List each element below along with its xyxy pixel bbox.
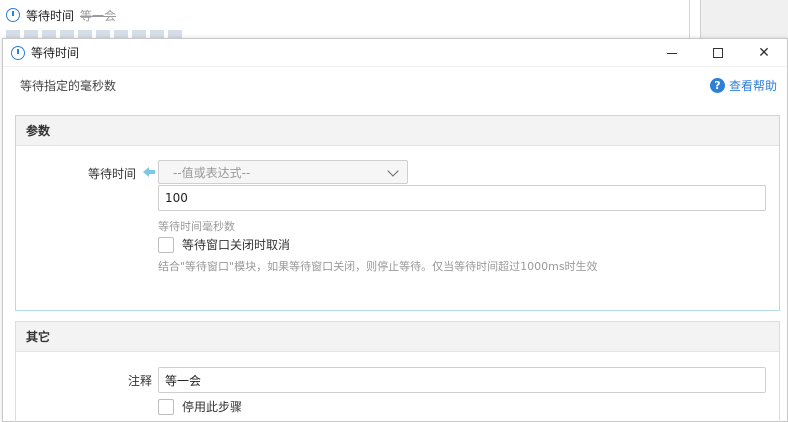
disable-step-label: 停用此步骤 (182, 400, 243, 414)
comment-label: 注释 (127, 374, 152, 388)
cancel-on-close-label: 等待窗口关闭时取消 (182, 238, 291, 252)
window-controls: ✕ (649, 39, 787, 67)
dialog-description: 等待指定的毫秒数 (20, 78, 117, 93)
close-icon: ✕ (758, 45, 770, 61)
dialog-subheader: 等待指定的毫秒数 ? 查看帮助 (3, 67, 787, 103)
arrow-left-icon[interactable] (143, 167, 155, 177)
clock-icon (11, 45, 25, 60)
params-section-title: 参数 (16, 116, 779, 146)
checkbox-box[interactable] (158, 236, 174, 253)
cancel-on-close-checkbox[interactable]: 等待窗口关闭时取消 (158, 236, 290, 253)
maximize-icon (713, 48, 723, 58)
wait-time-input[interactable]: 100 (158, 185, 766, 211)
value-source-select-text: --值或表达式-- (173, 165, 251, 180)
help-icon: ? (709, 77, 725, 93)
other-section-title: 其它 (16, 322, 779, 352)
other-panel: 其它 注释 等一会 停用此步骤 (15, 321, 780, 422)
dialog-title: 等待时间 (31, 46, 80, 60)
background-step-comment: 等一会 (80, 8, 117, 23)
checkbox-box[interactable] (158, 398, 174, 415)
wait-time-hint: 等待时间毫秒数 (158, 220, 235, 233)
background-side-panel (700, 0, 788, 40)
cancel-on-close-hint: 结合"等待窗口"模块，如果等待窗口关闭，则停止等待。仅当等待时间超过1000ms… (158, 260, 598, 273)
wait-time-dialog: 等待时间 ✕ 等待指定的毫秒数 ? 查看帮助 参数 等待时间 --值或表达式--… (2, 38, 788, 422)
minimize-icon (667, 52, 677, 54)
help-label: 查看帮助 (728, 78, 777, 93)
background-step-row[interactable]: 等待时间 等一会 (6, 4, 116, 26)
minimize-button[interactable] (649, 39, 695, 67)
background-step-title: 等待时间 (26, 8, 75, 23)
background-step-row-obscured (6, 30, 186, 38)
wait-time-label: 等待时间 (87, 167, 136, 181)
close-button[interactable]: ✕ (741, 39, 787, 67)
background-step-list: 等待时间 等一会 (0, 0, 690, 40)
value-source-select[interactable]: --值或表达式-- (158, 160, 408, 184)
clock-icon (6, 8, 20, 22)
wait-time-value: 100 (165, 191, 188, 205)
dialog-titlebar[interactable]: 等待时间 ✕ (3, 39, 787, 67)
comment-input[interactable]: 等一会 (158, 367, 766, 393)
help-link[interactable]: ? 查看帮助 (709, 77, 777, 94)
params-panel: 参数 等待时间 --值或表达式-- 100 等待时间毫秒数 等待窗口关闭时取消 … (15, 115, 780, 311)
comment-value: 等一会 (165, 373, 202, 388)
maximize-button[interactable] (695, 39, 741, 67)
disable-step-checkbox[interactable]: 停用此步骤 (158, 398, 242, 415)
chevron-down-icon (387, 165, 399, 177)
